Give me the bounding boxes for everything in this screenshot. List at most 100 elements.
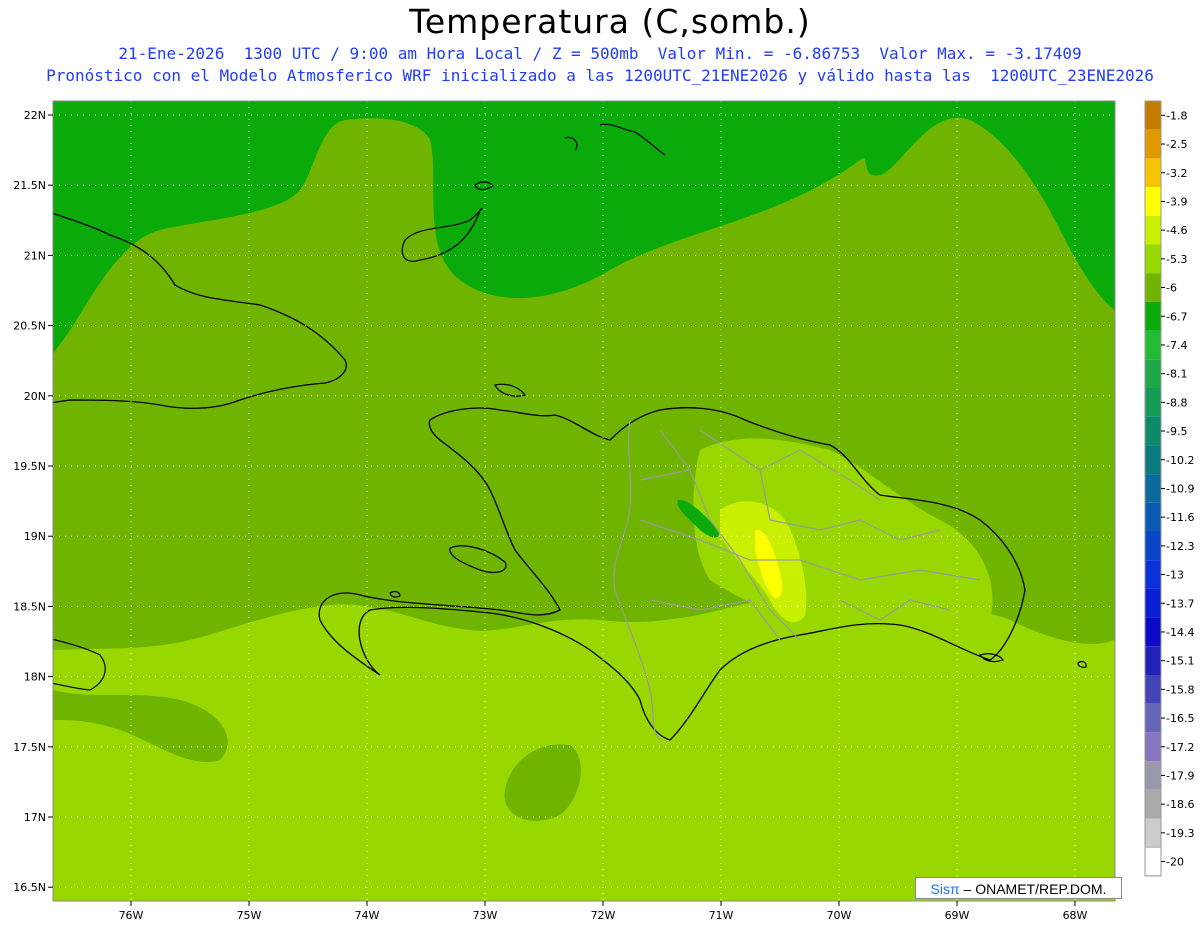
lat-tick-label: 22N <box>24 109 46 122</box>
temperature-map: 22N 21.5N 21N 20.5N 20N 19.5N 19N 18.5N 18N 17.5N… <box>13 100 1194 922</box>
legend-level: -16.5 <box>1161 712 1194 725</box>
legend-level: -17.2 <box>1161 741 1194 754</box>
legend-swatch <box>1145 474 1161 503</box>
legend-level: -8.8 <box>1161 396 1187 409</box>
legend-level-label: -16.5 <box>1166 712 1194 725</box>
lon-tick: 75W <box>237 901 262 922</box>
legend-level-label: -7.4 <box>1166 339 1187 352</box>
legend-level: -18.6 <box>1161 798 1194 811</box>
legend-swatch <box>1145 359 1161 388</box>
legend-swatch <box>1145 129 1161 159</box>
lat-tick: 21N <box>24 249 53 262</box>
legend-swatch <box>1145 789 1161 819</box>
lat-tick-label: 21.5N <box>13 179 46 192</box>
credit-text: – ONAMET/REP.DOM. <box>959 881 1107 897</box>
legend-level-label: -6 <box>1166 282 1177 295</box>
legend-swatch <box>1145 617 1161 647</box>
longitude-axis: 76W 75W 74W 73W 72W 71W 70W 69W 68W <box>119 901 1088 922</box>
legend-level-label: -17.9 <box>1166 769 1194 782</box>
lat-tick-label: 21N <box>24 249 46 262</box>
lon-tick-label: 71W <box>709 909 734 922</box>
legend-swatch <box>1145 588 1161 618</box>
legend-level-label: -6.7 <box>1166 310 1187 323</box>
lat-tick: 19N <box>24 530 53 543</box>
legend-swatch <box>1145 330 1161 360</box>
lon-tick-label: 73W <box>473 909 498 922</box>
lat-tick: 17N <box>24 811 53 824</box>
legend-level: -19.3 <box>1161 827 1194 840</box>
lat-tick-label: 18.5N <box>13 600 46 613</box>
lon-tick: 74W <box>355 901 380 922</box>
legend-level: -13 <box>1161 569 1184 582</box>
legend-swatch <box>1145 502 1161 532</box>
legend-level: -8.1 <box>1161 368 1187 381</box>
legend-level: -13.7 <box>1161 597 1194 610</box>
lon-tick-label: 68W <box>1063 909 1088 922</box>
lat-tick-label: 19N <box>24 530 46 543</box>
legend-level-label: -12.3 <box>1166 540 1194 553</box>
legend-level: -3.2 <box>1161 167 1187 180</box>
legend-level: -10.2 <box>1161 454 1194 467</box>
lat-tick: 17.5N <box>13 741 53 754</box>
lat-tick-label: 16.5N <box>13 881 46 894</box>
lat-tick: 22N <box>24 109 53 122</box>
legend-level: -14.4 <box>1161 626 1194 639</box>
legend-level-label: -17.2 <box>1166 741 1194 754</box>
legend-level: -7.4 <box>1161 339 1187 352</box>
legend-level-label: -3.9 <box>1166 195 1187 208</box>
legend-level-label: -10.2 <box>1166 454 1194 467</box>
lon-tick-label: 76W <box>119 909 144 922</box>
legend-level-label: -3.2 <box>1166 167 1187 180</box>
legend-level-label: -13.7 <box>1166 597 1194 610</box>
legend-level: -2.5 <box>1161 138 1187 151</box>
lon-tick: 76W <box>119 901 144 922</box>
legend-level-label: -11.6 <box>1166 511 1194 524</box>
legend-swatch <box>1145 675 1161 704</box>
legend-level-label: -10.9 <box>1166 482 1194 495</box>
credit-box: Sisπ – ONAMET/REP.DOM. <box>915 877 1122 899</box>
lon-tick: 71W <box>709 901 734 922</box>
legend-level: -20 <box>1161 856 1184 869</box>
lon-tick-label: 74W <box>355 909 380 922</box>
legend-level-label: -5.3 <box>1166 253 1187 266</box>
credit-brand: Sisπ <box>930 881 960 897</box>
legend-level: -17.9 <box>1161 769 1194 782</box>
legend-swatch <box>1145 531 1161 561</box>
lon-tick: 70W <box>827 901 852 922</box>
legend-level-label: -18.6 <box>1166 798 1194 811</box>
legend-swatch <box>1145 101 1161 130</box>
legend-level: -12.3 <box>1161 540 1194 553</box>
legend-swatch <box>1145 646 1161 675</box>
legend-level-label: -2.5 <box>1166 138 1187 151</box>
lat-tick-label: 17.5N <box>13 741 46 754</box>
legend-level: -3.9 <box>1161 195 1187 208</box>
lat-tick-label: 19.5N <box>13 460 46 473</box>
legend-level: -5.3 <box>1161 253 1187 266</box>
legend-swatch <box>1145 273 1161 302</box>
lat-tick-label: 20N <box>24 390 46 403</box>
lat-tick-label: 17N <box>24 811 46 824</box>
legend-level: -1.8 <box>1161 109 1187 122</box>
legend-level-label: -19.3 <box>1166 827 1194 840</box>
legend-swatch <box>1145 215 1161 245</box>
legend-level-label: -1.8 <box>1166 109 1187 122</box>
legend-swatch <box>1145 416 1161 446</box>
lon-tick-label: 72W <box>591 909 616 922</box>
temperature-field <box>53 101 1115 901</box>
legend-swatch <box>1145 703 1161 733</box>
legend-swatch <box>1145 818 1161 848</box>
lon-tick-label: 75W <box>237 909 262 922</box>
lat-tick: 21.5N <box>13 179 53 192</box>
legend-swatch <box>1145 388 1161 417</box>
legend-level: -4.6 <box>1161 224 1187 237</box>
legend-level: -6.7 <box>1161 310 1187 323</box>
lat-tick: 20.5N <box>13 320 53 333</box>
legend-level: -11.6 <box>1161 511 1194 524</box>
legend-level-label: -15.1 <box>1166 655 1194 668</box>
legend-swatch <box>1145 158 1161 188</box>
legend-level-label: -9.5 <box>1166 425 1187 438</box>
lon-tick-label: 69W <box>945 909 970 922</box>
lat-tick-label: 18N <box>24 671 46 684</box>
legend-level: -15.8 <box>1161 683 1194 696</box>
legend-level-label: -13 <box>1166 569 1184 582</box>
